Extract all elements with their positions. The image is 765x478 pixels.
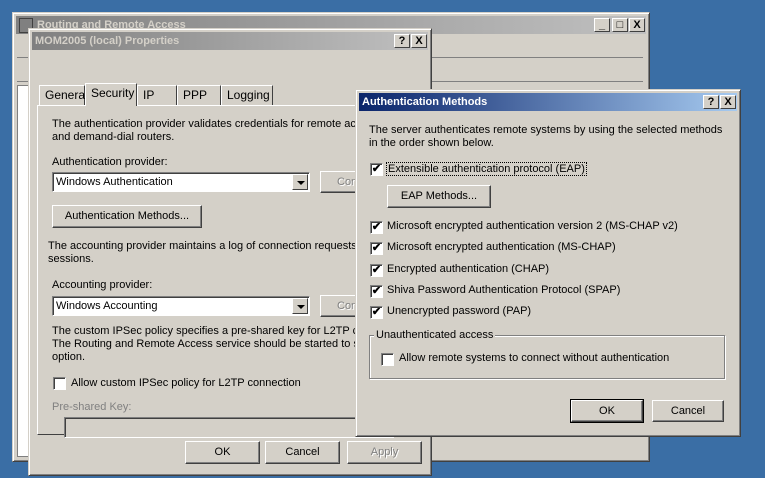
eap-methods-button[interactable]: EAP Methods... (387, 185, 491, 208)
chap-label[interactable]: Encrypted authentication (CHAP) (387, 263, 549, 275)
pap-label[interactable]: Unencrypted password (PAP) (387, 305, 531, 317)
tab-ppp[interactable]: PPP (177, 85, 221, 105)
spap-checkbox[interactable]: ✔ (370, 285, 383, 298)
tab-logging[interactable]: Logging (221, 85, 273, 105)
ipsec-description-line2: The Routing and Remote Access service sh… (52, 338, 366, 350)
properties-title: MOM2005 (local) Properties (35, 35, 180, 47)
mschapv2-checkbox[interactable]: ✔ (370, 221, 383, 234)
accounting-description-line2: sessions. (48, 253, 94, 265)
unauth-group-label: Unauthenticated access (374, 329, 496, 341)
auth-methods-description: The server authenticates remote systems … (369, 124, 723, 149)
close-button[interactable]: X (629, 18, 645, 32)
close-button[interactable]: X (720, 95, 736, 109)
tab-ip[interactable]: IP (137, 85, 177, 105)
auth-methods-button[interactable]: Authentication Methods... (52, 205, 202, 228)
minimize-button[interactable]: _ (594, 18, 610, 32)
ipsec-checkbox-label[interactable]: Allow custom IPSec policy for L2TP conne… (71, 377, 301, 389)
auth-methods-dialog: Authentication Methods ? X The server au… (355, 89, 741, 437)
chevron-down-icon[interactable] (292, 174, 308, 190)
accounting-provider-value: Windows Accounting (56, 300, 158, 312)
auth-methods-title: Authentication Methods (362, 96, 488, 108)
help-button[interactable]: ? (703, 95, 719, 109)
auth-provider-select[interactable]: Windows Authentication (52, 172, 310, 192)
tab-general[interactable]: General (39, 85, 88, 105)
close-button[interactable]: X (411, 34, 427, 48)
maximize-button[interactable]: □ (612, 18, 628, 32)
ipsec-description-line1: The custom IPSec policy specifies a pre-… (52, 325, 365, 337)
accounting-provider-label: Accounting provider: (52, 279, 153, 291)
tab-security[interactable]: Security (85, 83, 137, 106)
ipsec-checkbox[interactable] (53, 377, 66, 390)
auth-description-line2: and demand-dial routers. (52, 131, 175, 143)
accounting-provider-select[interactable]: Windows Accounting (52, 296, 310, 316)
auth-provider-label: Authentication provider: (52, 156, 168, 168)
auth-description-line1: The authentication provider validates cr… (52, 118, 368, 130)
auth-methods-titlebar: Authentication Methods ? X (359, 93, 737, 111)
properties-apply-button[interactable]: Apply (347, 441, 422, 464)
properties-cancel-button[interactable]: Cancel (265, 441, 340, 464)
chevron-down-icon[interactable] (292, 298, 308, 314)
mschap-checkbox[interactable]: ✔ (370, 242, 383, 255)
ipsec-description-line3: option. (52, 351, 86, 363)
chap-checkbox[interactable]: ✔ (370, 264, 383, 277)
auth-provider-value: Windows Authentication (56, 176, 173, 188)
mschapv2-label[interactable]: Microsoft encrypted authentication versi… (387, 220, 678, 232)
accounting-description-line1: The accounting provider maintains a log … (48, 240, 366, 252)
help-button[interactable]: ? (394, 34, 410, 48)
preshared-key-label: Pre-shared Key: (52, 401, 132, 413)
eap-checkbox[interactable]: ✔ (370, 163, 383, 176)
eap-checkbox-label[interactable]: Extensible authentication protocol (EAP) (386, 162, 587, 176)
pap-checkbox[interactable]: ✔ (370, 306, 383, 319)
unauth-checkbox[interactable] (381, 353, 394, 366)
auth-methods-cancel-button[interactable]: Cancel (652, 400, 724, 422)
unauth-checkbox-label[interactable]: Allow remote systems to connect without … (399, 352, 669, 364)
mschap-label[interactable]: Microsoft encrypted authentication (MS-C… (387, 241, 616, 253)
auth-methods-ok-button[interactable]: OK (570, 399, 644, 423)
preshared-key-input[interactable] (64, 417, 394, 438)
properties-ok-button[interactable]: OK (185, 441, 260, 464)
properties-titlebar: MOM2005 (local) Properties ? X (32, 32, 428, 50)
spap-label[interactable]: Shiva Password Authentication Protocol (… (387, 284, 620, 296)
